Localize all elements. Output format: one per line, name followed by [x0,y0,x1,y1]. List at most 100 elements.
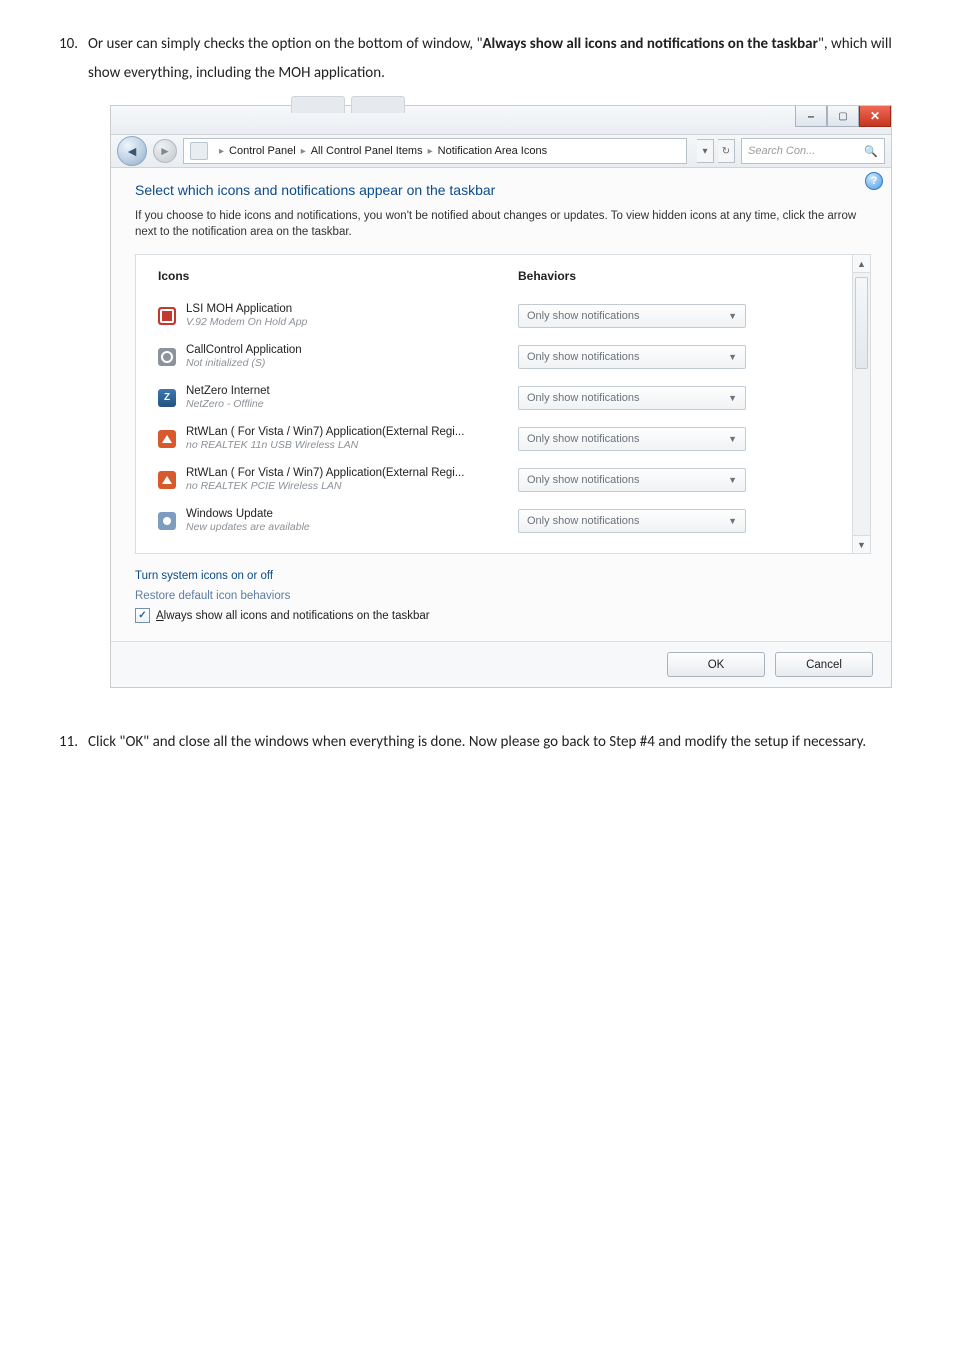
list-header: Icons Behaviors [154,265,852,295]
row-subtitle: no REALTEK 11n USB Wireless LAN [186,439,518,451]
step-10-pre: Or user can simply checks the option on … [88,35,482,53]
link-restore-defaults[interactable]: Restore default icon behaviors [135,590,290,602]
search-input[interactable]: Search Con... 🔍 [741,138,885,164]
row-title: RtWLan ( For Vista / Win7) Application(E… [186,426,518,438]
list-row: RtWLan ( For Vista / Win7) Application(E… [154,459,852,500]
breadcrumb-icon [190,142,208,160]
behavior-select[interactable]: Only show notifications ▼ [518,304,746,328]
row-title: LSI MOH Application [186,303,518,315]
maximize-button[interactable] [827,106,859,127]
ok-button[interactable]: OK [667,652,765,677]
link-turn-system-icons[interactable]: Turn system icons on or off [135,570,273,582]
page-heading: Select which icons and notifications app… [135,182,871,198]
app-icon [158,471,176,489]
chevron-down-icon: ▼ [728,311,737,321]
app-icon [158,348,176,366]
cancel-button[interactable]: Cancel [775,652,873,677]
column-icons: Icons [158,269,518,283]
breadcrumb-controls: ▾ ↻ [697,139,735,163]
app-icon [158,430,176,448]
behavior-value: Only show notifications [527,433,640,445]
always-show-label: Always show all icons and notifications … [156,610,430,622]
behavior-value: Only show notifications [527,474,640,486]
title-bar [111,106,891,135]
blurred-tab [291,96,345,113]
always-show-checkbox[interactable]: ✓ [135,608,150,623]
column-behaviors: Behaviors [518,269,852,283]
row-subtitle: Not initialized (S) [186,357,518,369]
window-buttons [795,106,891,127]
app-icon [158,389,176,407]
breadcrumb-sep: ▸ [301,146,306,157]
list-row: CallControl ApplicationNot initialized (… [154,336,852,377]
links-area: Turn system icons on or off Restore defa… [135,570,871,602]
row-titles: NetZero InternetNetZero - Offline [186,385,518,410]
list-row: Windows UpdateNew updates are availableO… [154,500,852,541]
list-row: RtWLan ( For Vista / Win7) Application(E… [154,418,852,459]
page-description: If you choose to hide icons and notifica… [135,208,871,240]
minimize-button[interactable] [795,106,827,127]
step-10-bold: Always show all icons and notifications … [482,35,817,53]
step-11-text: Click "OK" and close all the windows whe… [88,728,914,757]
row-titles: RtWLan ( For Vista / Win7) Application(E… [186,426,518,451]
behavior-select[interactable]: Only show notifications ▼ [518,345,746,369]
app-icon [158,512,176,530]
behavior-value: Only show notifications [527,351,640,363]
address-bar: ◄ ► ▸ Control Panel ▸ All Control Panel … [111,135,891,168]
icon-list: ▲ ▼ Icons Behaviors LSI MOH ApplicationV… [135,254,871,554]
row-title: RtWLan ( For Vista / Win7) Application(E… [186,467,518,479]
breadcrumb-item[interactable]: All Control Panel Items [311,145,423,157]
content-area: Select which icons and notifications app… [111,168,891,641]
row-titles: CallControl ApplicationNot initialized (… [186,344,518,369]
breadcrumb-refresh[interactable]: ↻ [718,139,735,163]
row-subtitle: no REALTEK PCIE Wireless LAN [186,480,518,492]
step-10-number: 10. [50,30,88,59]
behavior-value: Only show notifications [527,310,640,322]
chevron-down-icon: ▼ [728,352,737,362]
behavior-select[interactable]: Only show notifications ▼ [518,386,746,410]
mnemonic: A [156,610,164,622]
row-title: NetZero Internet [186,385,518,397]
always-show-checkbox-row[interactable]: ✓ Always show all icons and notification… [135,608,871,623]
behavior-select[interactable]: Only show notifications ▼ [518,427,746,451]
help-button[interactable]: ? [865,172,883,190]
nav-back-button[interactable]: ◄ [117,136,147,166]
breadcrumb[interactable]: ▸ Control Panel ▸ All Control Panel Item… [183,138,687,164]
chevron-down-icon: ▼ [728,516,737,526]
row-subtitle: NetZero - Offline [186,398,518,410]
scroll-down-button[interactable]: ▼ [853,535,870,553]
search-icon: 🔍 [864,145,878,158]
list-row: NetZero InternetNetZero - OfflineOnly sh… [154,377,852,418]
chevron-down-icon: ▼ [728,475,737,485]
behavior-select[interactable]: Only show notifications ▼ [518,509,746,533]
step-11: 11. Click "OK" and close all the windows… [50,728,914,757]
close-button[interactable] [859,106,891,127]
scrollbar[interactable]: ▲ ▼ [852,255,870,553]
row-subtitle: V.92 Modem On Hold App [186,316,518,328]
blurred-tabs [291,96,405,113]
row-title: CallControl Application [186,344,518,356]
row-subtitle: New updates are available [186,521,518,533]
search-placeholder: Search Con... [748,145,815,157]
step-10-text: Or user can simply checks the option on … [88,30,914,87]
app-icon [158,307,176,325]
chevron-down-icon: ▼ [728,393,737,403]
row-titles: LSI MOH ApplicationV.92 Modem On Hold Ap… [186,303,518,328]
behavior-value: Only show notifications [527,515,640,527]
button-bar: OK Cancel [111,641,891,687]
scroll-thumb[interactable] [855,277,868,369]
breadcrumb-dropdown[interactable]: ▾ [697,139,714,163]
row-titles: Windows UpdateNew updates are available [186,508,518,533]
row-titles: RtWLan ( For Vista / Win7) Application(E… [186,467,518,492]
screenshot-window: ◄ ► ▸ Control Panel ▸ All Control Panel … [110,105,892,688]
blurred-tab [351,96,405,113]
behavior-select[interactable]: Only show notifications ▼ [518,468,746,492]
chevron-down-icon: ▼ [728,434,737,444]
breadcrumb-item[interactable]: Notification Area Icons [438,145,547,157]
behavior-value: Only show notifications [527,392,640,404]
breadcrumb-sep: ▸ [219,146,224,157]
list-rows: LSI MOH ApplicationV.92 Modem On Hold Ap… [154,295,852,541]
nav-forward-button[interactable]: ► [153,139,177,163]
breadcrumb-item[interactable]: Control Panel [229,145,296,157]
scroll-up-button[interactable]: ▲ [853,255,870,273]
